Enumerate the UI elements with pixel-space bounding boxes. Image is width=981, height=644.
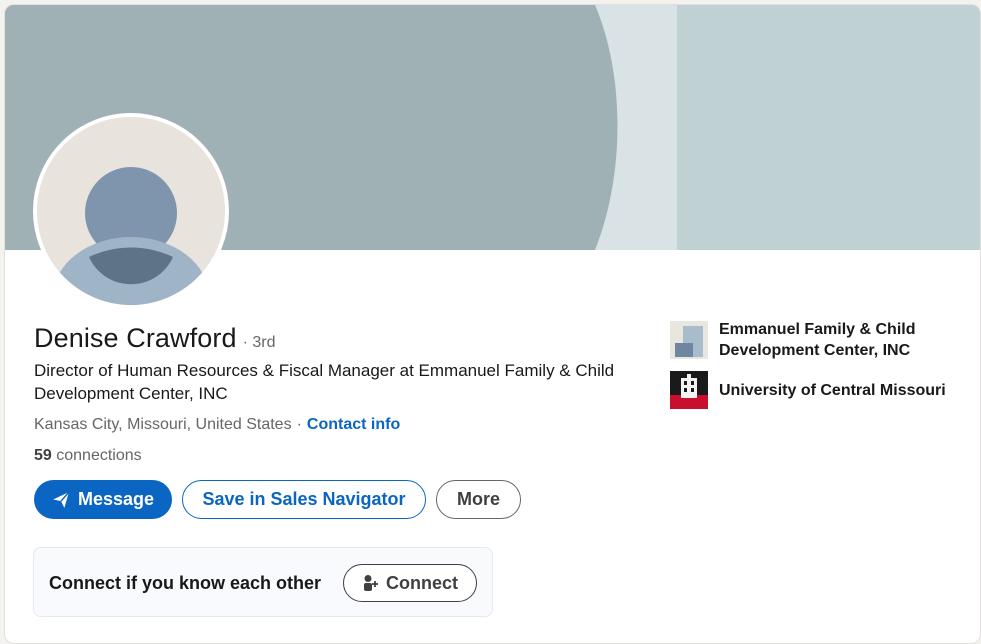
connect-button[interactable]: Connect (343, 564, 477, 602)
message-button[interactable]: Message (34, 480, 172, 519)
location-row: Kansas City, Missouri, United States · C… (34, 416, 400, 434)
company-logo-icon (670, 321, 708, 359)
more-button[interactable]: More (436, 480, 521, 519)
education-school[interactable]: University of Central Missouri (670, 371, 959, 409)
profile-photo[interactable] (33, 113, 229, 309)
send-icon (53, 491, 70, 508)
more-button-label: More (456, 489, 500, 509)
default-avatar-icon (37, 117, 225, 305)
sales-navigator-label: Save in Sales Navigator (202, 489, 406, 509)
profile-location: Kansas City, Missouri, United States (34, 416, 292, 433)
profile-name: Denise Crawford (34, 323, 237, 353)
profile-headline: Director of Human Resources & Fiscal Man… (34, 361, 615, 403)
company-name: Emmanuel Family & Child Development Cent… (719, 321, 916, 359)
school-logo-icon (670, 371, 708, 409)
connect-button-label: Connect (386, 572, 458, 593)
connections-number: 59 (34, 447, 52, 464)
connections-count[interactable]: 59 connections (34, 447, 142, 465)
contact-info-link[interactable]: Contact info (307, 416, 400, 434)
connect-prompt: Connect if you know each other Connect (33, 547, 493, 617)
connection-degree: · 3rd (242, 334, 276, 351)
location-separator: · (296, 416, 302, 433)
name-row: Denise Crawford · 3rd (34, 323, 275, 354)
connect-prompt-text: Connect if you know each other (49, 573, 322, 593)
add-person-icon (364, 575, 378, 591)
save-in-sales-navigator-button[interactable]: Save in Sales Navigator (182, 480, 426, 519)
profile-card: Denise Crawford · 3rd Director of Human … (4, 4, 981, 644)
connections-label: connections (56, 447, 142, 464)
current-company[interactable]: Emmanuel Family & Child Development Cent… (670, 319, 959, 361)
message-button-label: Message (77, 489, 155, 509)
school-name: University of Central Missouri (719, 381, 946, 399)
